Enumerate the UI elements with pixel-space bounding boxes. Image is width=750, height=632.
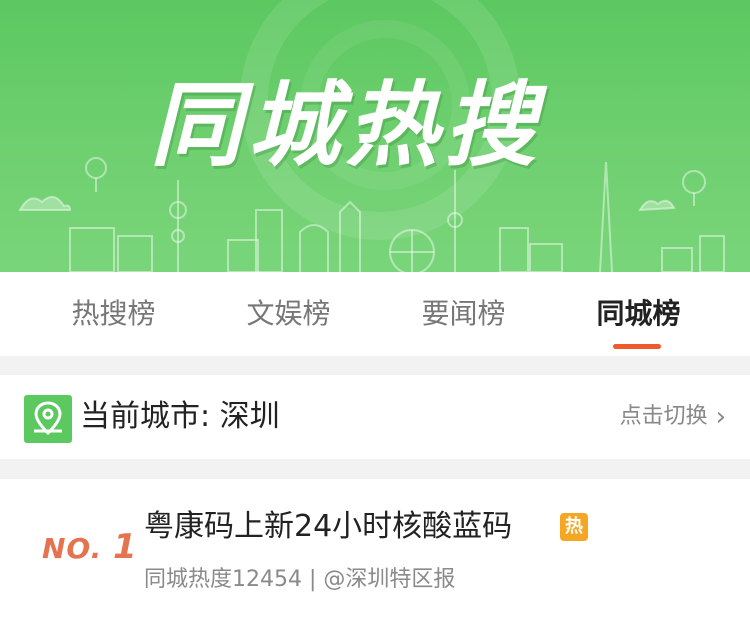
tab-news[interactable]: 要闻榜 <box>376 272 551 356</box>
banner-title: 同城热搜 <box>150 72 543 179</box>
current-city-label: 当前城市: 深圳 <box>80 399 280 434</box>
rank-prefix: NO. <box>42 532 103 565</box>
switch-city-label: 点击切换 <box>619 404 708 429</box>
hero-banner: 同城热搜 <box>0 0 750 272</box>
chevron-right-icon: › <box>715 402 726 432</box>
item-title[interactable]: 粤康码上新24小时核酸蓝码 <box>144 505 512 549</box>
map-pin-icon <box>24 395 72 443</box>
tab-hot-search[interactable]: 热搜榜 <box>26 272 201 356</box>
tab-entertainment[interactable]: 文娱榜 <box>201 272 376 356</box>
item-meta: 同城热度12454 | @深圳特区报 <box>144 567 456 592</box>
list-item[interactable]: NO. 1 粤康码上新24小时核酸蓝码 热 同城热度12454 | @深圳特区报 <box>0 479 750 632</box>
active-tab-indicator <box>613 344 661 349</box>
switch-city-button[interactable]: 点击切换 › <box>620 375 726 459</box>
current-city-bar: 当前城市: 深圳 点击切换 › <box>0 375 750 459</box>
hot-badge: 热 <box>560 513 588 541</box>
rank-number: 1 <box>113 527 138 567</box>
rank-badge: NO. 1 <box>42 527 138 567</box>
